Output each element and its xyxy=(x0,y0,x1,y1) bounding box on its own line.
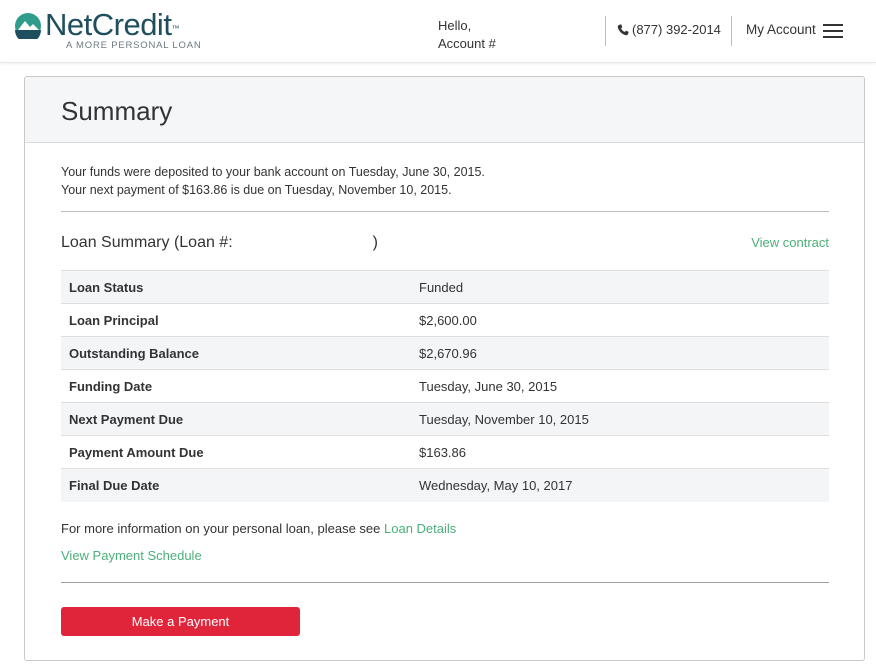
view-payment-schedule-link[interactable]: View Payment Schedule xyxy=(61,548,202,563)
netcredit-logo[interactable]: NetCredit™ A MORE PERSONAL LOAN xyxy=(15,8,205,54)
row-label: Loan Status xyxy=(69,279,144,295)
view-contract-link[interactable]: View contract xyxy=(751,235,829,250)
header-divider xyxy=(731,16,732,46)
phone-icon xyxy=(617,23,629,35)
row-label: Final Due Date xyxy=(69,477,160,493)
my-account-link[interactable]: My Account xyxy=(746,22,816,37)
section-divider xyxy=(61,211,829,212)
table-row: Funding Date Tuesday, June 30, 2015 xyxy=(61,369,829,403)
row-value: Tuesday, November 10, 2015 xyxy=(419,411,589,427)
header-divider xyxy=(605,16,606,46)
row-value: Tuesday, June 30, 2015 xyxy=(419,378,558,394)
page-title: Summary xyxy=(61,96,173,126)
phone-link[interactable]: (877) 392-2014 xyxy=(617,22,721,37)
table-row: Next Payment Due Tuesday, November 10, 2… xyxy=(61,402,829,436)
row-label: Funding Date xyxy=(69,378,153,394)
row-label: Payment Amount Due xyxy=(69,444,204,460)
deposit-message: Your funds were deposited to your bank a… xyxy=(61,163,485,199)
more-info-text: For more information on your personal lo… xyxy=(61,521,457,536)
row-label: Next Payment Due xyxy=(69,411,184,427)
row-value: $2,670.96 xyxy=(419,345,477,361)
greeting-hello: Hello, xyxy=(438,18,472,33)
section-divider xyxy=(61,582,829,583)
table-row: Loan Status Funded xyxy=(61,270,829,304)
logo-wordmark: NetCredit™ xyxy=(45,7,179,42)
loan-summary-heading: Loan Summary (Loan #:) xyxy=(61,234,378,251)
row-label: Loan Principal xyxy=(69,312,159,328)
greeting-account: Account # xyxy=(438,36,496,51)
row-value: $2,600.00 xyxy=(419,312,477,328)
row-value: $163.86 xyxy=(419,444,466,460)
row-label: Outstanding Balance xyxy=(69,345,200,361)
deposit-message-line: Your funds were deposited to your bank a… xyxy=(61,165,485,179)
next-payment-message-line: Your next payment of $163.86 is due on T… xyxy=(61,183,452,197)
logo-mark-icon xyxy=(15,13,41,39)
summary-card: Summary Your funds were deposited to you… xyxy=(24,76,865,661)
make-payment-button[interactable]: Make a Payment xyxy=(61,607,300,636)
table-row: Loan Principal $2,600.00 xyxy=(61,303,829,337)
table-row: Final Due Date Wednesday, May 10, 2017 xyxy=(61,468,829,502)
site-header: NetCredit™ A MORE PERSONAL LOAN Hello, A… xyxy=(0,0,876,63)
loan-details-link[interactable]: Loan Details xyxy=(384,521,456,536)
logo-tagline: A MORE PERSONAL LOAN xyxy=(66,40,202,51)
table-row: Outstanding Balance $2,670.96 xyxy=(61,336,829,370)
user-greeting: Hello, Account # xyxy=(438,17,496,53)
menu-icon[interactable] xyxy=(823,24,843,38)
row-value: Wednesday, May 10, 2017 xyxy=(419,477,573,493)
loan-summary-table: Loan Status Funded Loan Principal $2,600… xyxy=(61,270,829,502)
phone-number: (877) 392-2014 xyxy=(632,22,721,37)
table-row: Payment Amount Due $163.86 xyxy=(61,435,829,469)
row-value: Funded xyxy=(419,279,464,295)
